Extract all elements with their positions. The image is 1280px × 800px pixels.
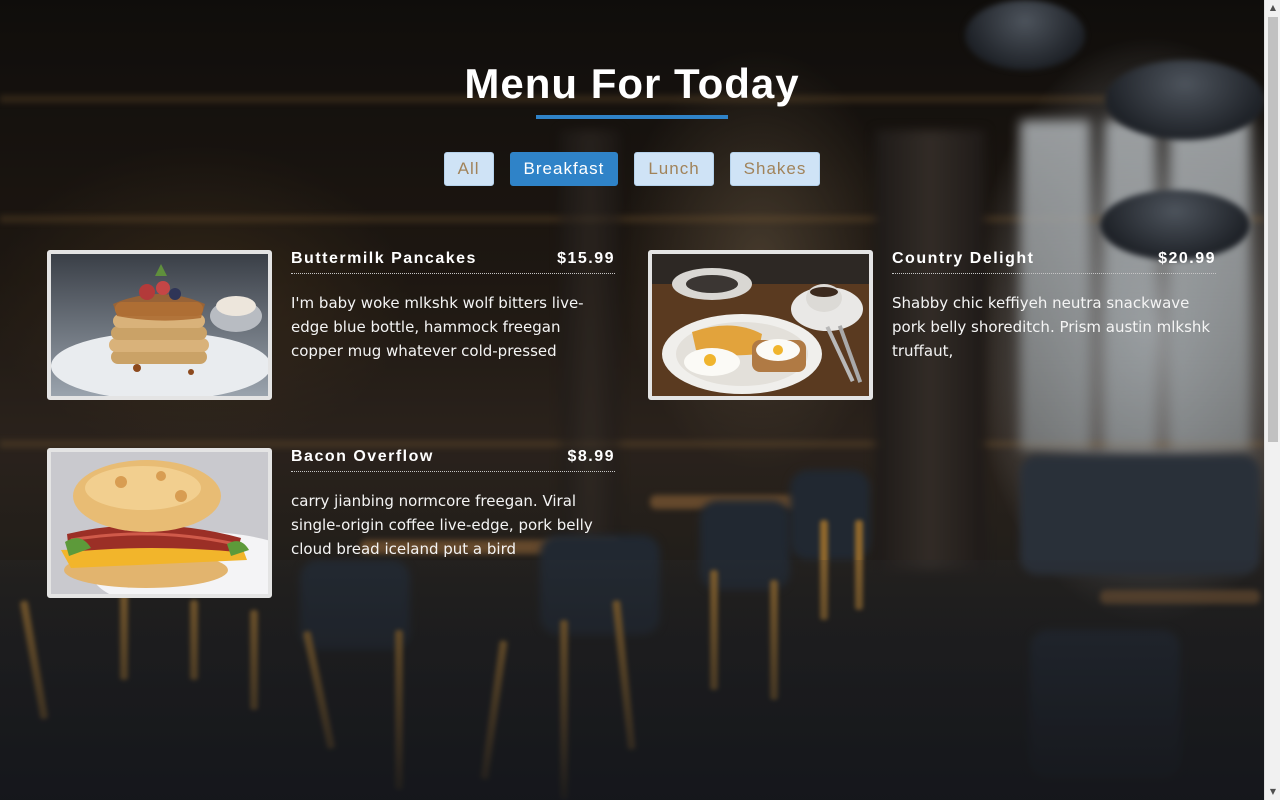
item-info: Country Delight $20.99 Shabby chic keffi… xyxy=(892,250,1216,363)
menu-section: Menu For Today All Breakfast Lunch Shake… xyxy=(0,0,1264,800)
item-price: $8.99 xyxy=(567,448,615,465)
item-info: Buttermilk Pancakes $15.99 I'm baby woke… xyxy=(291,250,615,363)
item-header: Bacon Overflow $8.99 xyxy=(291,448,615,472)
menu-item: Country Delight $20.99 Shabby chic keffi… xyxy=(648,250,1218,400)
item-header: Buttermilk Pancakes $15.99 xyxy=(291,250,615,274)
filter-all-button[interactable]: All xyxy=(443,152,494,186)
item-description: Shabby chic keffiyeh neutra snackwave po… xyxy=(892,294,1211,360)
title-underline xyxy=(536,115,728,119)
category-filters: All Breakfast Lunch Shakes xyxy=(0,152,1264,186)
pancakes-photo xyxy=(47,250,272,400)
scroll-down-arrow-icon[interactable]: ▼ xyxy=(1265,784,1280,800)
bacon-biscuit-photo xyxy=(47,448,272,598)
item-header: Country Delight $20.99 xyxy=(892,250,1216,274)
page-scrollbar[interactable]: ▲ ▼ xyxy=(1264,0,1280,800)
page-title: Menu For Today xyxy=(464,60,800,107)
item-info: Bacon Overflow $8.99 carry jianbing norm… xyxy=(291,448,615,561)
filter-lunch-button[interactable]: Lunch xyxy=(634,152,714,186)
item-name: Buttermilk Pancakes xyxy=(291,250,477,267)
item-price: $20.99 xyxy=(1158,250,1216,267)
item-description: I'm baby woke mlkshk wolf bitters live-e… xyxy=(291,294,584,360)
item-description: carry jianbing normcore freegan. Viral s… xyxy=(291,492,593,558)
item-price: $15.99 xyxy=(557,250,615,267)
scroll-up-arrow-icon[interactable]: ▲ xyxy=(1265,0,1280,16)
item-name: Bacon Overflow xyxy=(291,448,434,465)
eggs-toast-photo xyxy=(648,250,873,400)
filter-breakfast-button[interactable]: Breakfast xyxy=(509,152,619,186)
item-name: Country Delight xyxy=(892,250,1035,267)
menu-item: Buttermilk Pancakes $15.99 I'm baby woke… xyxy=(47,250,617,400)
scrollbar-thumb[interactable] xyxy=(1268,17,1278,442)
menu-item: Bacon Overflow $8.99 carry jianbing norm… xyxy=(47,448,617,598)
filter-shakes-button[interactable]: Shakes xyxy=(729,152,821,186)
